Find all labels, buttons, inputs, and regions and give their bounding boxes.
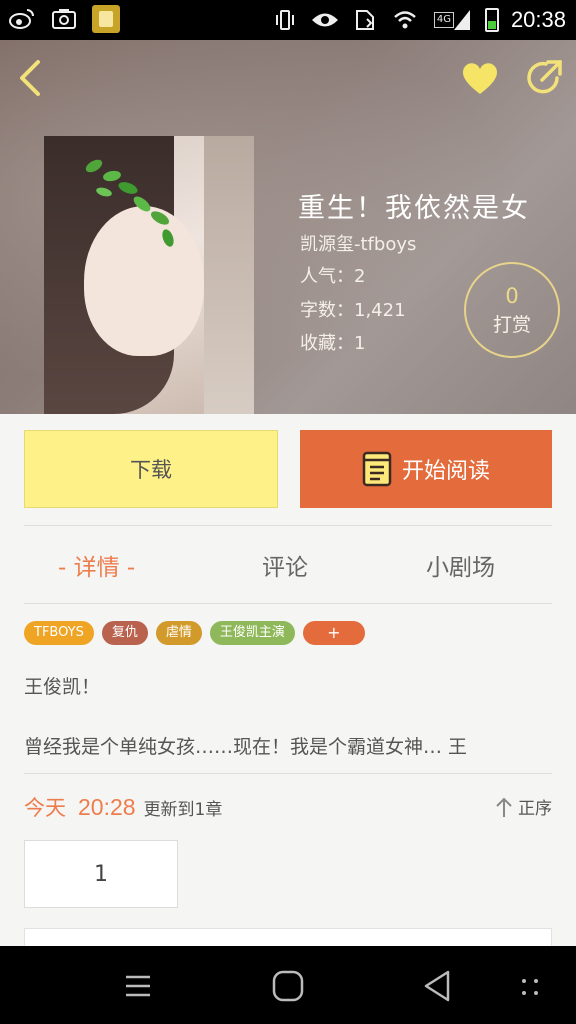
intro-line-1: 王俊凯！ [24,676,101,698]
update-info: 今天 20:28 更新到1章 正序 [24,792,552,822]
book-popularity: 人气：2 [300,266,366,287]
eye-icon [311,6,339,34]
book-title: 重生！我依然是女 [298,193,530,224]
clock: 20:38 [510,7,566,32]
tag-starring[interactable]: 王俊凯主演 [209,621,295,645]
tab-comments[interactable]: 评论 [262,548,308,584]
tab-mini-theater[interactable]: 小剧场 [426,548,495,584]
book-icon [362,451,392,487]
system-nav-bar [0,946,576,1024]
update-day: 今天 [24,796,66,820]
tag-tfboys[interactable]: TFBOYS [24,621,94,645]
book-header: 重生！我依然是女 凯源玺-tfboys 人气：2 字数：1,421 收藏：1 0… [0,40,576,414]
tip-count: 0 [505,284,519,308]
sort-label: 正序 [518,799,552,819]
menu-icon[interactable] [116,964,160,1008]
divider [24,525,552,526]
book-author[interactable]: 凯源玺-tfboys [300,230,416,256]
start-reading-label: 开始阅读 [401,459,490,484]
sim-icon [351,6,379,34]
divider [24,603,552,604]
chapter-item[interactable]: 1 [24,840,178,908]
download-button[interactable]: 下载 [24,430,278,508]
wifi-icon [391,6,419,34]
chapter-number: 1 [94,861,108,887]
more-options-icon[interactable] [508,964,552,1008]
arrow-up-icon [496,797,512,817]
tag-angst[interactable]: 虐情 [155,621,202,645]
status-bar: 4G 20:38 [0,0,576,40]
tip-label: 打赏 [492,314,531,336]
vibrate-icon [271,6,299,34]
book-collections: 收藏：1 [300,333,366,354]
divider [24,773,552,774]
tip-button[interactable]: 0 打赏 [464,262,560,358]
add-tag-button[interactable]: + [302,621,365,645]
sort-button[interactable]: 正序 [494,794,552,819]
intro-line-2: 曾经我是个单纯女孩……现在！我是个霸道女神… 王 [24,736,468,758]
start-reading-button[interactable]: 开始阅读 [300,430,552,508]
share-icon[interactable] [524,58,564,98]
signal-icon: 4G [431,6,473,34]
book-cover[interactable] [44,136,254,414]
update-text: 更新到1章 [143,799,223,820]
battery-icon [484,8,499,32]
tag-revenge[interactable]: 复仇 [101,621,148,645]
book-app-icon [92,5,120,33]
update-time: 20:28 [78,793,136,820]
back-icon[interactable] [14,58,46,98]
home-icon[interactable] [266,964,310,1008]
heart-icon[interactable] [460,60,500,96]
book-word-count: 字数：1,421 [300,300,406,321]
download-label: 下载 [130,458,172,482]
tag-list: TFBOYS 复仇 虐情 王俊凯主演 + [24,621,365,645]
back-nav-icon[interactable] [416,964,460,1008]
camera-icon [50,5,78,33]
weibo-icon [8,5,36,33]
tab-details[interactable]: - 详情 - [58,548,135,584]
